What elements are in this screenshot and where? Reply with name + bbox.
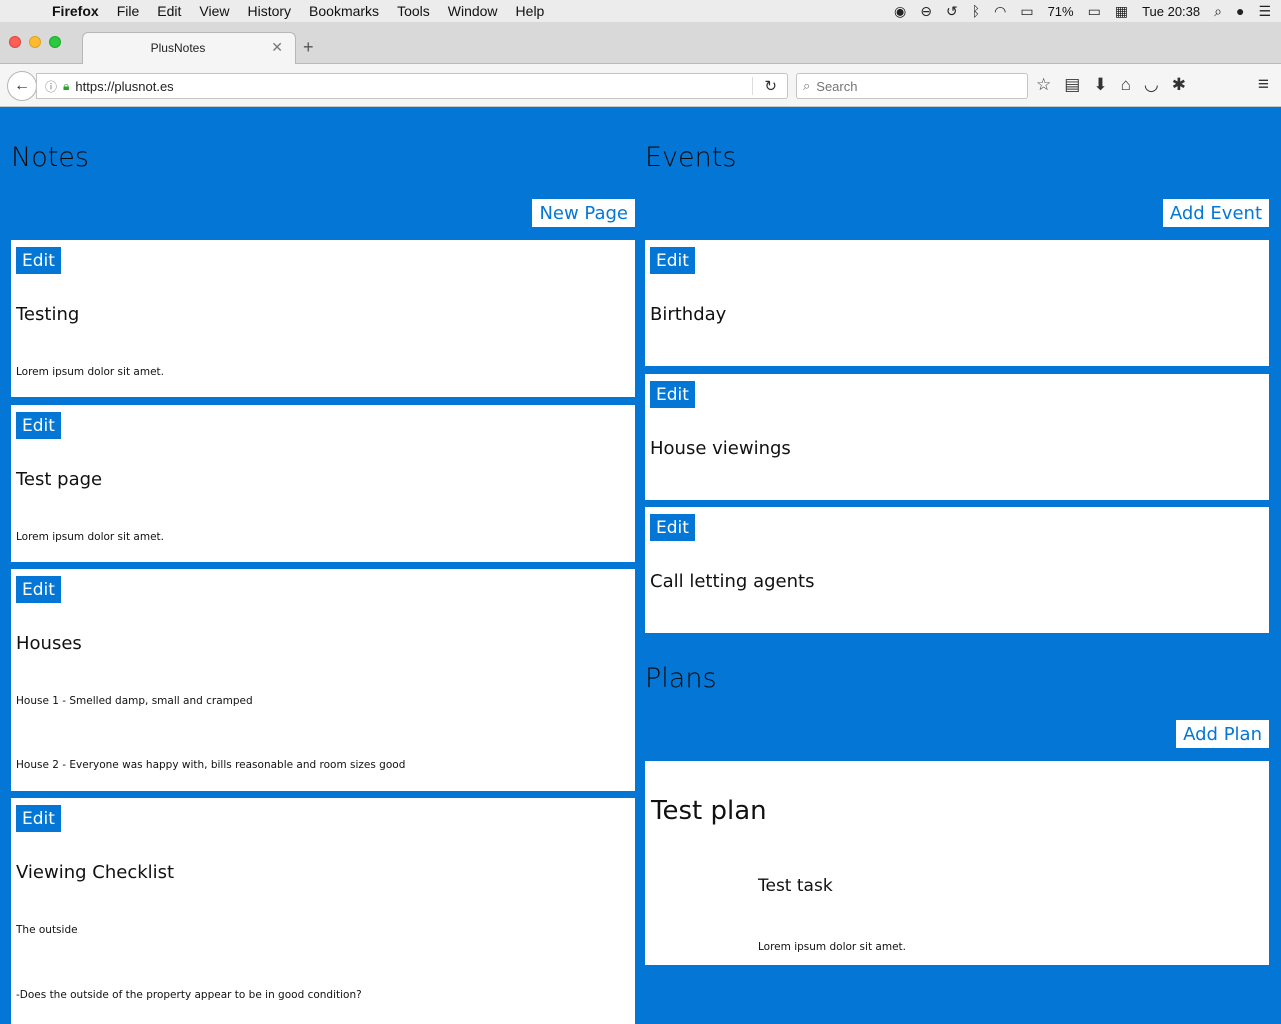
event-card: Edit Birthday <box>645 240 1269 366</box>
note-text: -Does the outside of the property appear… <box>16 989 362 1001</box>
downloads-icon[interactable]: ⬇ <box>1093 75 1107 95</box>
plans-heading: Plans <box>645 663 717 694</box>
back-arrow-icon: ← <box>14 77 30 94</box>
info-icon[interactable]: ⓘ <box>45 78 57 95</box>
note-text: House 1 - Smelled damp, small and crampe… <box>16 695 253 707</box>
note-text: Lorem ipsum dolor sit amet. <box>16 366 164 378</box>
event-title: House viewings <box>650 438 791 459</box>
uk-flag-icon[interactable]: ▦ <box>1115 3 1128 20</box>
url-bar[interactable]: ⓘ 🔒︎ https://plusnot.es ↻ <box>36 73 788 99</box>
tab-title: PlusNotes <box>150 41 206 55</box>
zoom-window-button[interactable] <box>49 36 61 48</box>
events-heading: Events <box>645 142 737 173</box>
siri-icon[interactable]: ● <box>1236 3 1244 19</box>
note-text: House 2 - Everyone was happy with, bills… <box>16 759 406 771</box>
note-card: Edit Viewing Checklist The outside -Does… <box>11 798 635 1024</box>
home-icon[interactable]: ⌂ <box>1121 75 1131 95</box>
note-title: Test page <box>16 469 103 490</box>
event-card: Edit House viewings <box>645 374 1269 500</box>
edit-button[interactable]: Edit <box>16 576 61 603</box>
menu-file[interactable]: File <box>117 3 140 19</box>
edit-button[interactable]: Edit <box>16 412 61 439</box>
menu-history[interactable]: History <box>247 3 291 19</box>
lock-icon: 🔒︎ <box>63 78 70 93</box>
extension-icon[interactable]: ✱ <box>1172 75 1186 95</box>
os-menu-bar: Firefox File Edit View History Bookmarks… <box>0 0 1281 22</box>
tab-plusnotes[interactable]: PlusNotes ✕ <box>82 32 296 65</box>
edit-button[interactable]: Edit <box>16 805 61 832</box>
hamburger-menu-icon[interactable]: ≡ <box>1258 74 1269 96</box>
menu-bookmarks[interactable]: Bookmarks <box>309 3 379 19</box>
add-plan-button[interactable]: Add Plan <box>1176 720 1269 748</box>
search-icon: ⌕ <box>803 78 811 93</box>
notification-center-icon[interactable]: ☰ <box>1258 3 1271 20</box>
tab-strip: PlusNotes ✕ + <box>0 22 1281 65</box>
note-card: Edit Houses House 1 - Smelled damp, smal… <box>11 569 635 791</box>
url-divider <box>752 77 753 95</box>
notes-heading: Notes <box>11 142 89 173</box>
menu-tools[interactable]: Tools <box>397 3 430 19</box>
edit-button[interactable]: Edit <box>650 381 695 408</box>
note-title: Houses <box>16 633 82 654</box>
close-tab-icon[interactable]: ✕ <box>271 39 283 56</box>
edit-button[interactable]: Edit <box>650 514 695 541</box>
menu-window[interactable]: Window <box>448 3 498 19</box>
menu-app-name[interactable]: Firefox <box>52 3 99 19</box>
note-title: Viewing Checklist <box>16 862 175 883</box>
menu-help[interactable]: Help <box>516 3 545 19</box>
note-text: Lorem ipsum dolor sit amet. <box>16 531 164 543</box>
minimize-window-button[interactable] <box>29 36 41 48</box>
time-machine-icon[interactable]: ↺ <box>946 3 958 20</box>
dnd-icon[interactable]: ⊖ <box>920 3 932 20</box>
event-title: Call letting agents <box>650 571 815 592</box>
url-text[interactable]: https://plusnot.es <box>75 79 173 94</box>
note-card: Edit Testing Lorem ipsum dolor sit amet. <box>11 240 635 397</box>
clock[interactable]: Tue 20:38 <box>1142 4 1200 19</box>
menu-edit[interactable]: Edit <box>157 3 181 19</box>
bluetooth-icon[interactable]: ᛒ <box>972 3 980 19</box>
status-area: ◉ ⊖ ↺ ᛒ ◠ ▭ 71% ▭ ▦ Tue 20:38 ⌕ ● ☰ <box>894 0 1271 22</box>
note-card: Edit Test page Lorem ipsum dolor sit ame… <box>11 405 635 562</box>
nav-bar: ← ⓘ 🔒︎ https://plusnot.es ↻ ⌕ ☆ ▤ ⬇ ⌂ ◡ … <box>0 64 1281 107</box>
plan-card: Test plan Test task Lorem ipsum dolor si… <box>645 761 1269 965</box>
wifi-icon[interactable]: ◠ <box>994 3 1006 20</box>
note-text: The outside <box>16 924 78 936</box>
search-bar[interactable]: ⌕ <box>796 73 1028 99</box>
back-button[interactable]: ← <box>7 71 37 101</box>
task-text: Lorem ipsum dolor sit amet. <box>758 941 906 953</box>
pocket-icon[interactable]: ◡ <box>1144 75 1159 95</box>
add-event-button[interactable]: Add Event <box>1162 199 1269 227</box>
reload-icon[interactable]: ↻ <box>764 77 777 95</box>
evernote-icon[interactable]: ◉ <box>894 3 906 20</box>
airplay-icon[interactable]: ▭ <box>1020 3 1033 20</box>
task-title: Test task <box>758 876 833 896</box>
event-card: Edit Call letting agents <box>645 507 1269 633</box>
new-tab-icon[interactable]: + <box>303 37 314 58</box>
menu-view[interactable]: View <box>199 3 229 19</box>
toolbar-icons: ☆ ▤ ⬇ ⌂ ◡ ✱ <box>1036 75 1186 95</box>
note-title: Testing <box>16 304 80 325</box>
event-title: Birthday <box>650 304 727 325</box>
reading-list-icon[interactable]: ▤ <box>1064 75 1080 95</box>
search-input[interactable] <box>816 78 1007 94</box>
bookmark-star-icon[interactable]: ☆ <box>1036 75 1051 95</box>
battery-percent[interactable]: 71% <box>1048 4 1074 19</box>
plan-title: Test plan <box>651 796 767 826</box>
close-window-button[interactable] <box>9 36 21 48</box>
new-page-button[interactable]: New Page <box>532 199 635 227</box>
spotlight-icon[interactable]: ⌕ <box>1214 3 1222 20</box>
battery-icon[interactable]: ▭ <box>1088 3 1101 20</box>
edit-button[interactable]: Edit <box>650 247 695 274</box>
edit-button[interactable]: Edit <box>16 247 61 274</box>
